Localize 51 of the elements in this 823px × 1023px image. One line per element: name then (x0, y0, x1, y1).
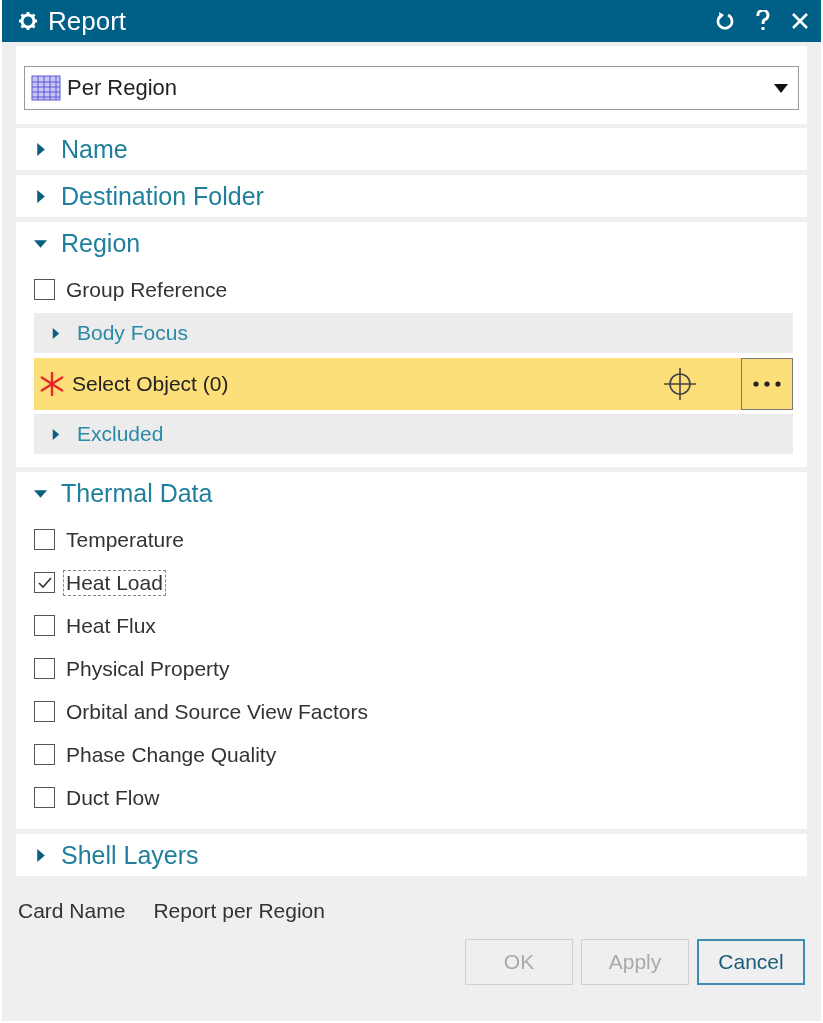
checkbox[interactable] (34, 744, 55, 765)
checkbox[interactable] (34, 701, 55, 722)
checkbox-label[interactable]: Heat Load (63, 569, 166, 596)
section-header[interactable]: Name (34, 128, 793, 170)
checkbox[interactable] (34, 615, 55, 636)
section-title: Thermal Data (61, 478, 213, 508)
section-header[interactable]: Region (34, 222, 793, 264)
card-name-value: Report per Region (153, 899, 325, 923)
section-title: Name (61, 134, 128, 164)
checkbox[interactable] (34, 658, 55, 679)
window-title: Report (48, 5, 128, 37)
checkbox-label[interactable]: Duct Flow (63, 784, 163, 811)
selection-label: Select Object (0) (72, 372, 230, 396)
caret-right-icon (34, 189, 47, 203)
reset-icon[interactable] (715, 11, 735, 31)
dropdown-value: Per Region (67, 75, 179, 101)
dropdown-arrow-icon (774, 83, 788, 93)
checkbox-label[interactable]: Temperature (63, 526, 187, 553)
section-title: Shell Layers (61, 840, 199, 870)
subsection-title: Body Focus (77, 321, 188, 345)
checkbox[interactable] (34, 529, 55, 550)
caret-right-icon (50, 428, 61, 440)
dialog-button[interactable]: Cancel (697, 939, 805, 985)
card-name-label: Card Name (18, 899, 126, 923)
gear-icon (18, 11, 38, 31)
subsection-title: Excluded (77, 422, 164, 446)
section-header[interactable]: Thermal Data (34, 472, 793, 514)
checkbox[interactable] (34, 279, 55, 300)
caret-right-icon (34, 142, 47, 156)
section-header[interactable]: Shell Layers (34, 834, 793, 876)
crosshair-icon[interactable] (663, 367, 697, 401)
section-title: Region (61, 228, 141, 258)
checkbox-label[interactable]: Group Reference (63, 276, 231, 303)
caret-right-icon (50, 327, 61, 339)
checkbox[interactable] (34, 572, 55, 593)
asterisk-icon (38, 370, 66, 398)
checkbox[interactable] (34, 787, 55, 808)
checkbox-label[interactable]: Physical Property (63, 655, 233, 682)
checkbox-label[interactable]: Heat Flux (63, 612, 159, 639)
more-button[interactable] (741, 358, 793, 410)
section-header[interactable]: Destination Folder (34, 175, 793, 217)
section-title: Destination Folder (61, 181, 264, 211)
checkbox-label[interactable]: Phase Change Quality (63, 741, 280, 768)
close-icon[interactable] (791, 12, 809, 30)
type-dropdown[interactable]: Per Region (24, 66, 799, 110)
table-icon (31, 75, 61, 101)
caret-right-icon (34, 848, 47, 862)
selection-row[interactable]: Select Object (0) (34, 358, 793, 410)
ellipsis-icon (752, 381, 782, 387)
help-icon[interactable] (755, 10, 771, 32)
checkbox-label[interactable]: Orbital and Source View Factors (63, 698, 371, 725)
